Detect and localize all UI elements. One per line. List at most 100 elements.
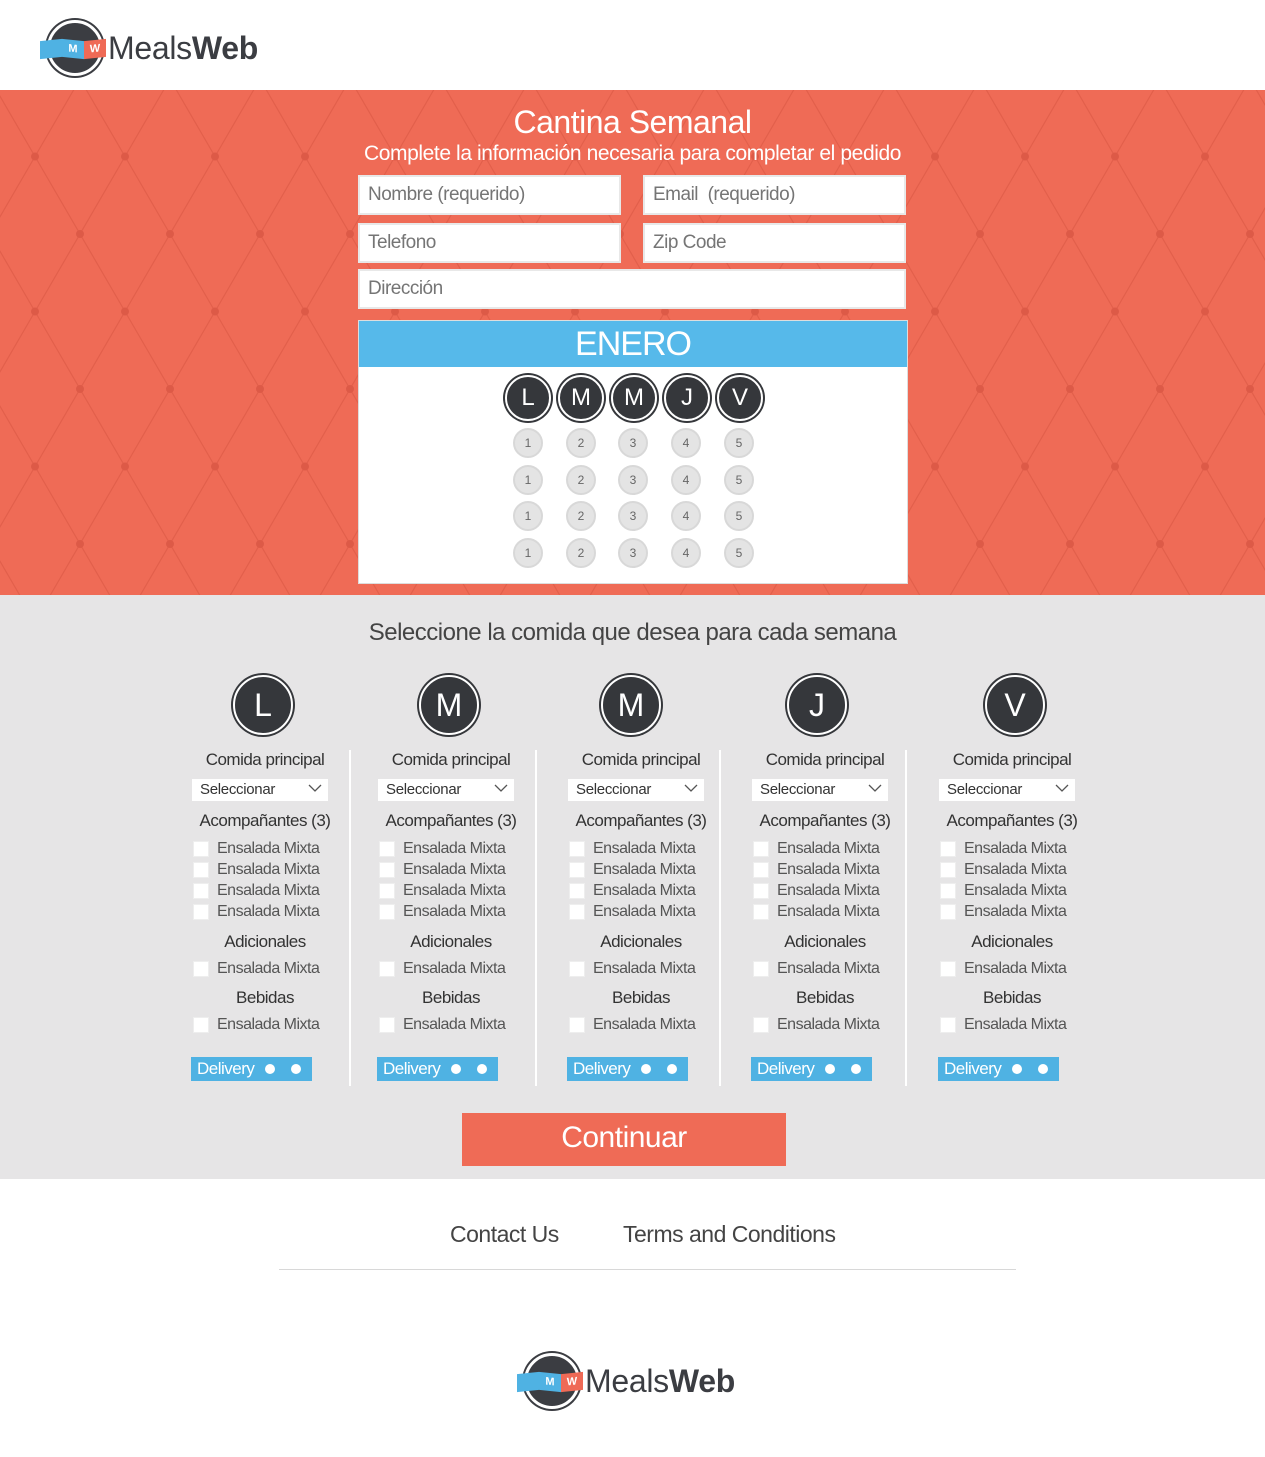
calendar-date[interactable]: 2 <box>566 465 596 495</box>
calendar-dayhead: L <box>505 375 551 421</box>
delivery-toggle[interactable]: Delivery <box>567 1057 688 1081</box>
extras-label: Adicionales <box>784 932 866 951</box>
extra-checkbox[interactable] <box>753 961 769 977</box>
calendar-date[interactable]: 3 <box>618 428 648 458</box>
extras-label: Adicionales <box>410 932 492 951</box>
calendar-date[interactable]: 5 <box>724 465 754 495</box>
logo-wordmark: MealsWeb <box>108 29 258 66</box>
delivery-radio[interactable] <box>1038 1064 1048 1074</box>
calendar-date[interactable]: 4 <box>671 538 701 568</box>
side-checkbox[interactable] <box>940 841 956 857</box>
continue-button[interactable]: Continuar <box>462 1113 786 1166</box>
side-checkbox[interactable] <box>940 862 956 878</box>
delivery-toggle[interactable]: Delivery <box>938 1057 1059 1081</box>
calendar-date[interactable]: 1 <box>513 428 543 458</box>
calendar-date[interactable]: 3 <box>618 538 648 568</box>
extra-checkbox[interactable] <box>569 961 585 977</box>
delivery-toggle[interactable]: Delivery <box>191 1057 312 1081</box>
main-dish-select[interactable]: Seleccionar <box>378 779 514 801</box>
side-option-label: Ensalada Mixta <box>593 861 696 878</box>
drinks-label: Bebidas <box>796 988 854 1007</box>
calendar-date[interactable]: 3 <box>618 465 648 495</box>
name-field[interactable] <box>358 175 621 215</box>
delivery-radio[interactable] <box>477 1064 487 1074</box>
drink-checkbox[interactable] <box>569 1017 585 1033</box>
side-option-label: Ensalada Mixta <box>217 861 320 878</box>
footer-divider <box>279 1269 1016 1270</box>
chevron-down-icon <box>494 784 508 792</box>
calendar: ENERO L M M J V 12345123451234512345 <box>358 320 908 584</box>
delivery-radio[interactable] <box>825 1064 835 1074</box>
main-dish-select[interactable]: Seleccionar <box>192 779 328 801</box>
main-dish-select[interactable]: Seleccionar <box>568 779 704 801</box>
side-checkbox[interactable] <box>753 904 769 920</box>
contact-us-link[interactable]: Contact Us <box>450 1221 559 1248</box>
calendar-date[interactable]: 1 <box>513 465 543 495</box>
delivery-radio[interactable] <box>1012 1064 1022 1074</box>
side-checkbox[interactable] <box>569 904 585 920</box>
side-checkbox[interactable] <box>753 841 769 857</box>
side-checkbox[interactable] <box>193 883 209 899</box>
delivery-radio[interactable] <box>667 1064 677 1074</box>
delivery-radio[interactable] <box>851 1064 861 1074</box>
calendar-date[interactable]: 4 <box>671 428 701 458</box>
calendar-date[interactable]: 1 <box>513 538 543 568</box>
side-checkbox[interactable] <box>569 883 585 899</box>
extra-checkbox[interactable] <box>379 961 395 977</box>
side-checkbox[interactable] <box>753 883 769 899</box>
delivery-radio[interactable] <box>291 1064 301 1074</box>
side-checkbox[interactable] <box>193 904 209 920</box>
side-checkbox[interactable] <box>193 862 209 878</box>
day-badge: M <box>601 675 661 735</box>
extra-checkbox[interactable] <box>193 961 209 977</box>
terms-link[interactable]: Terms and Conditions <box>623 1221 836 1248</box>
side-checkbox[interactable] <box>753 862 769 878</box>
delivery-radio[interactable] <box>641 1064 651 1074</box>
delivery-toggle[interactable]: Delivery <box>751 1057 872 1081</box>
side-checkbox[interactable] <box>379 862 395 878</box>
calendar-date[interactable]: 2 <box>566 501 596 531</box>
drink-checkbox[interactable] <box>379 1017 395 1033</box>
calendar-date[interactable]: 5 <box>724 538 754 568</box>
sides-label: Acompañantes (3) <box>199 811 331 830</box>
side-checkbox[interactable] <box>940 883 956 899</box>
side-option-label: Ensalada Mixta <box>217 903 320 920</box>
side-checkbox[interactable] <box>569 862 585 878</box>
side-checkbox[interactable] <box>379 883 395 899</box>
page-subtitle: Complete la información necesaria para c… <box>363 142 902 165</box>
main-dish-label: Comida principal <box>952 750 1072 769</box>
header-logo[interactable]: M W MealsWeb <box>40 20 258 76</box>
phone-field[interactable] <box>358 223 621 263</box>
drink-checkbox[interactable] <box>193 1017 209 1033</box>
side-checkbox[interactable] <box>940 904 956 920</box>
calendar-date[interactable]: 5 <box>724 428 754 458</box>
drinks-label: Bebidas <box>983 988 1041 1007</box>
main-dish-select[interactable]: Seleccionar <box>939 779 1075 801</box>
delivery-toggle[interactable]: Delivery <box>377 1057 498 1081</box>
side-checkbox[interactable] <box>379 841 395 857</box>
calendar-date[interactable]: 1 <box>513 501 543 531</box>
calendar-date[interactable]: 3 <box>618 501 648 531</box>
calendar-dayhead: M <box>611 375 657 421</box>
drink-checkbox[interactable] <box>940 1017 956 1033</box>
side-checkbox[interactable] <box>379 904 395 920</box>
main-dish-select[interactable]: Seleccionar <box>752 779 888 801</box>
calendar-date[interactable]: 4 <box>671 465 701 495</box>
logo-wordmark: MealsWeb <box>585 1362 735 1399</box>
delivery-radio[interactable] <box>265 1064 275 1074</box>
extra-option-label: Ensalada Mixta <box>217 960 320 977</box>
zip-code-field[interactable] <box>643 223 906 263</box>
address-field[interactable] <box>358 269 906 309</box>
email-field[interactable] <box>643 175 906 215</box>
side-checkbox[interactable] <box>569 841 585 857</box>
day-badge: L <box>233 675 293 735</box>
calendar-date[interactable]: 2 <box>566 538 596 568</box>
footer-logo[interactable]: M W MealsWeb <box>517 1353 735 1409</box>
side-checkbox[interactable] <box>193 841 209 857</box>
drink-checkbox[interactable] <box>753 1017 769 1033</box>
calendar-date[interactable]: 5 <box>724 501 754 531</box>
delivery-radio[interactable] <box>451 1064 461 1074</box>
extra-checkbox[interactable] <box>940 961 956 977</box>
calendar-date[interactable]: 2 <box>566 428 596 458</box>
calendar-date[interactable]: 4 <box>671 501 701 531</box>
